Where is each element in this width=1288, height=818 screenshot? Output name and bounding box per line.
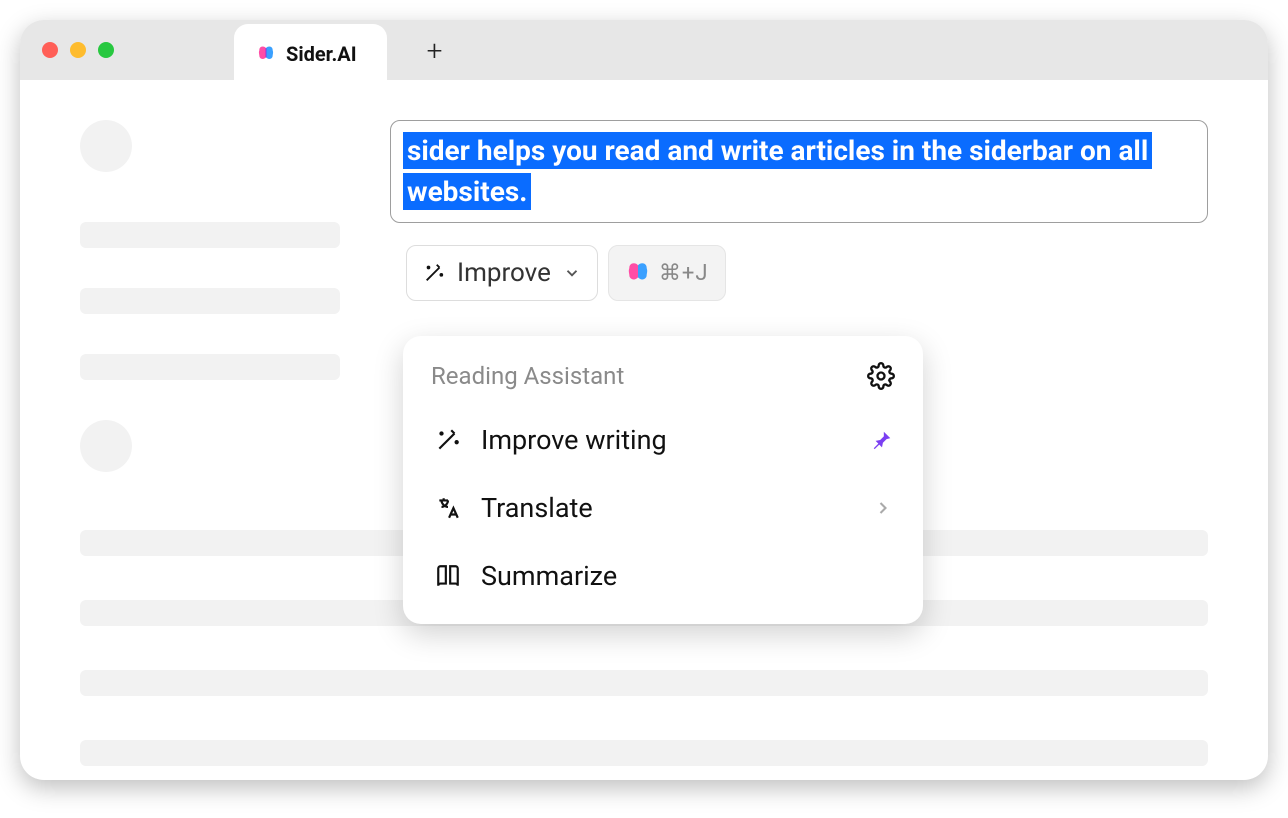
wand-icon	[433, 427, 463, 453]
shortcut-text: ⌘+J	[659, 261, 709, 286]
selected-text-container[interactable]: sider helps you read and write articles …	[390, 120, 1208, 223]
left-skeleton-column	[80, 120, 360, 740]
wand-icon	[423, 262, 445, 284]
popup-item-improve-writing[interactable]: Improve writing	[411, 406, 915, 474]
avatar-placeholder	[80, 420, 132, 472]
sider-logo-icon	[625, 260, 651, 286]
tab-bar: Sider.AI +	[20, 20, 1268, 80]
skeleton-line	[80, 740, 1208, 766]
close-window-button[interactable]	[42, 42, 58, 58]
skeleton-line	[80, 288, 340, 314]
skeleton-line	[80, 222, 340, 248]
popup-item-translate[interactable]: Translate	[411, 474, 915, 542]
book-icon	[433, 563, 463, 589]
sider-shortcut-button[interactable]: ⌘+J	[608, 245, 726, 301]
sider-logo-icon	[256, 44, 276, 64]
reading-assistant-popup: Reading Assistant	[403, 336, 923, 624]
chevron-right-icon	[873, 498, 893, 518]
pin-icon	[871, 429, 893, 451]
active-tab[interactable]: Sider.AI	[234, 24, 387, 84]
avatar-placeholder	[80, 120, 132, 172]
improve-label: Improve	[457, 258, 551, 288]
inline-action-row: Improve ⌘+J	[406, 245, 1208, 301]
popup-title: Reading Assistant	[431, 362, 624, 390]
highlighted-text: sider helps you read and write articles …	[403, 132, 1152, 210]
tab-title: Sider.AI	[286, 42, 357, 66]
settings-button[interactable]	[867, 362, 895, 390]
popup-item-label: Improve writing	[481, 424, 853, 456]
maximize-window-button[interactable]	[98, 42, 114, 58]
improve-dropdown-button[interactable]: Improve	[406, 245, 598, 301]
main-column: sider helps you read and write articles …	[390, 120, 1208, 740]
skeleton-line	[80, 354, 340, 380]
popup-header: Reading Assistant	[411, 356, 915, 406]
browser-window: Sider.AI + sider helps you read and writ…	[20, 20, 1268, 780]
translate-icon	[433, 495, 463, 521]
window-controls	[42, 42, 114, 58]
skeleton-line	[80, 670, 1208, 696]
popup-item-label: Translate	[481, 492, 855, 524]
new-tab-button[interactable]: +	[427, 34, 443, 67]
page-content: sider helps you read and write articles …	[20, 80, 1268, 780]
chevron-down-icon	[563, 264, 581, 282]
minimize-window-button[interactable]	[70, 42, 86, 58]
popup-item-label: Summarize	[481, 560, 893, 592]
popup-item-summarize[interactable]: Summarize	[411, 542, 915, 610]
